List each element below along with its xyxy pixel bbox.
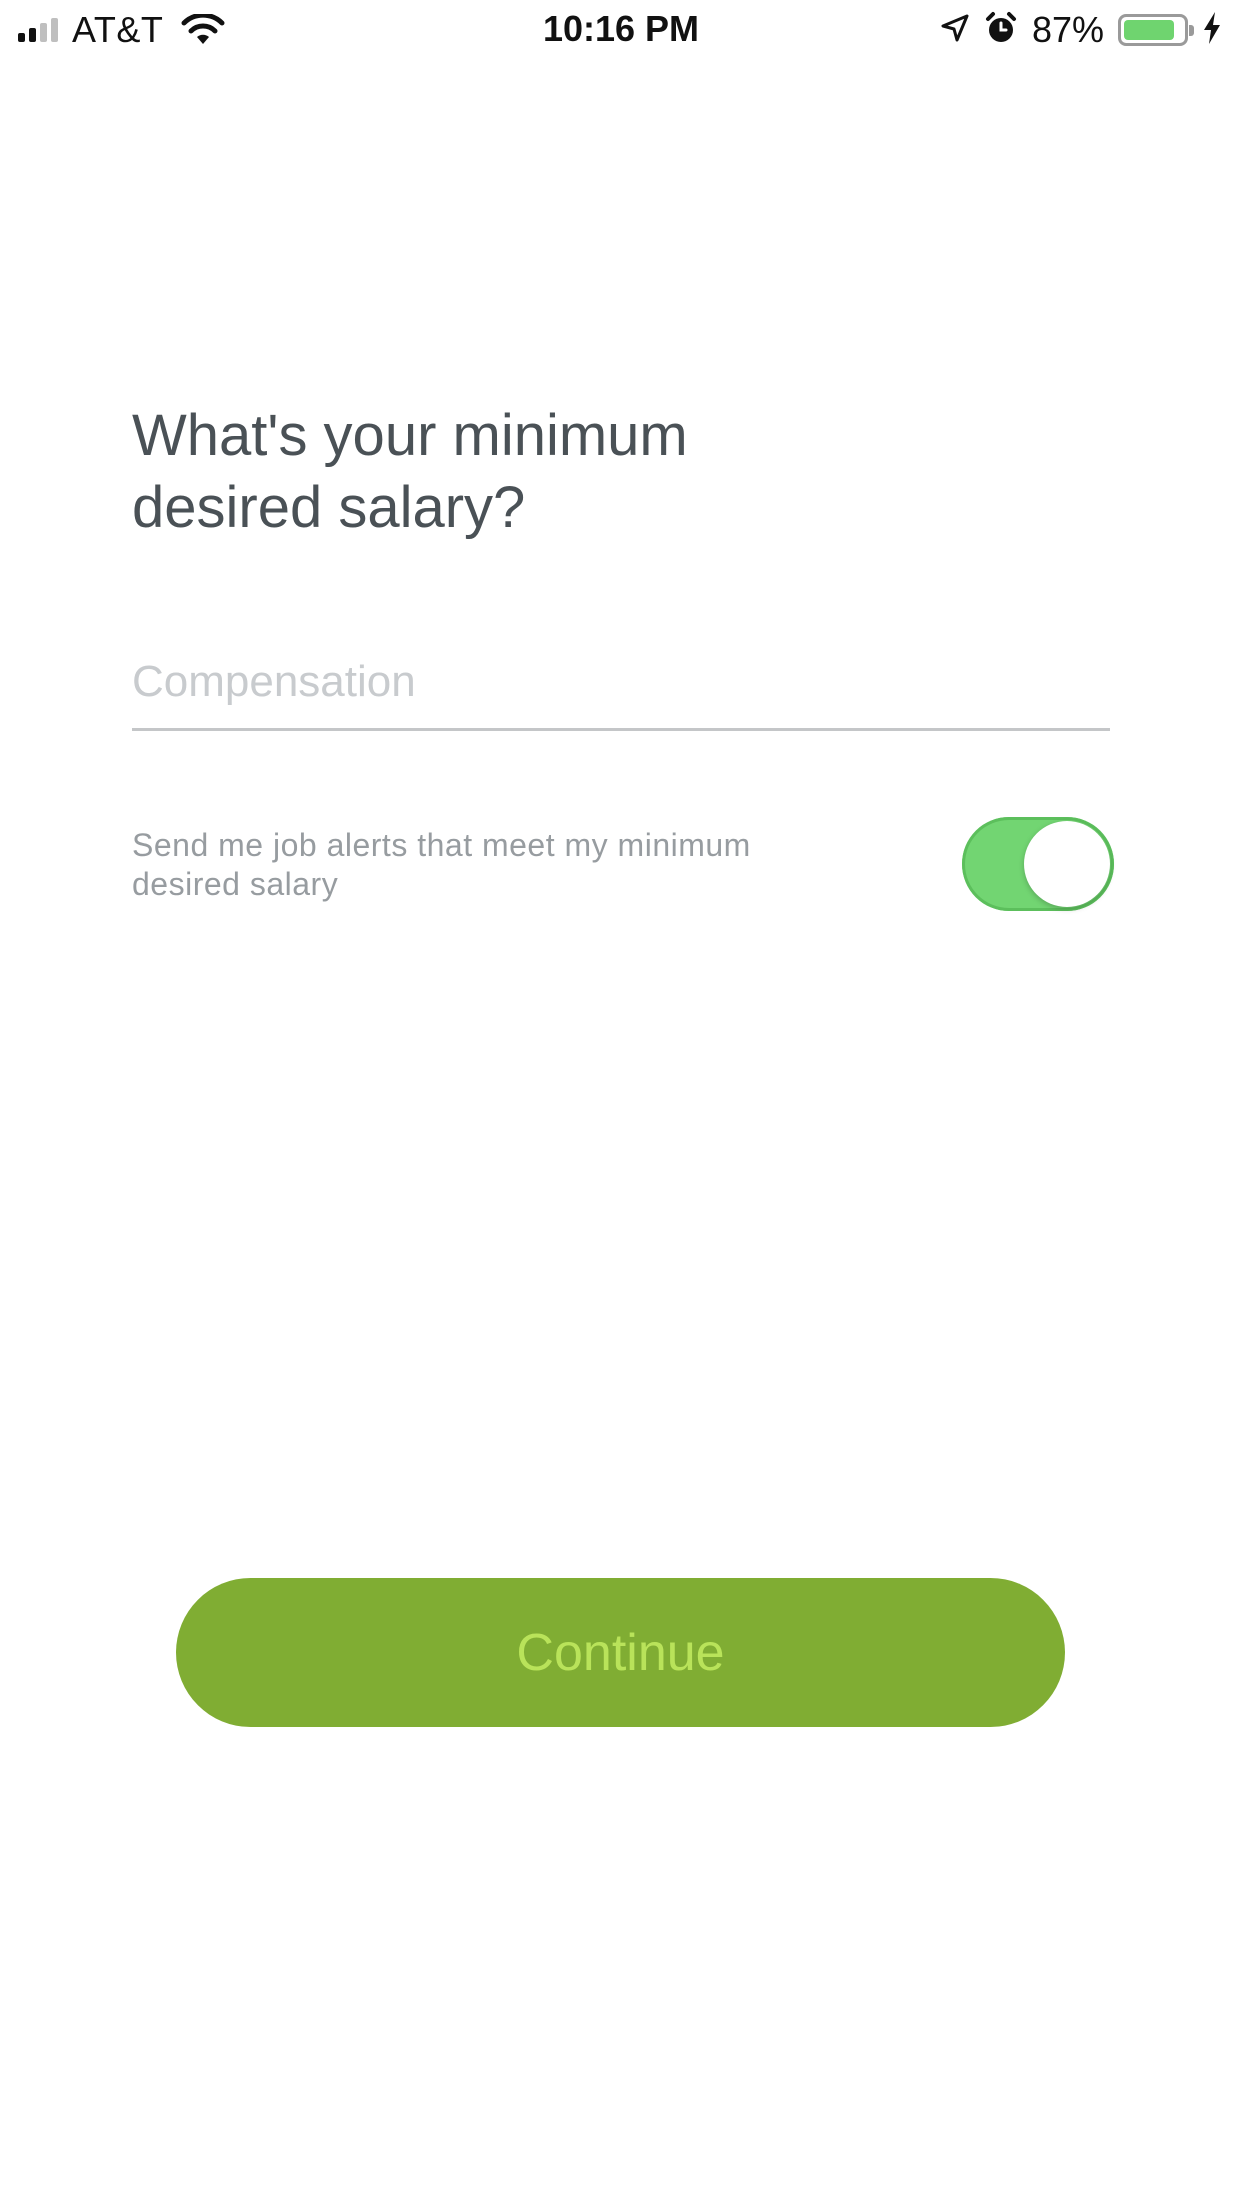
status-bar: AT&T 10:16 PM 87% bbox=[0, 0, 1242, 60]
continue-button[interactable]: Continue bbox=[176, 1578, 1065, 1727]
job-alerts-toggle[interactable] bbox=[962, 817, 1114, 911]
charging-bolt-icon bbox=[1202, 11, 1222, 50]
location-arrow-icon bbox=[940, 13, 970, 48]
page-title: What's your minimum desired salary? bbox=[132, 400, 832, 544]
page-title-line-1: What's your minimum bbox=[132, 403, 688, 468]
status-bar-right: 87% bbox=[940, 9, 1222, 50]
battery-percent: 87% bbox=[1031, 9, 1104, 50]
compensation-input[interactable] bbox=[132, 640, 1110, 724]
compensation-field bbox=[132, 640, 1110, 731]
job-alerts-label: Send me job alerts that meet my minimum … bbox=[132, 827, 751, 902]
battery-icon bbox=[1118, 14, 1194, 46]
toggle-knob bbox=[1024, 821, 1110, 907]
battery-level-fill bbox=[1124, 20, 1174, 40]
page-title-line-2: desired salary? bbox=[132, 475, 526, 540]
alarm-icon bbox=[984, 11, 1018, 50]
